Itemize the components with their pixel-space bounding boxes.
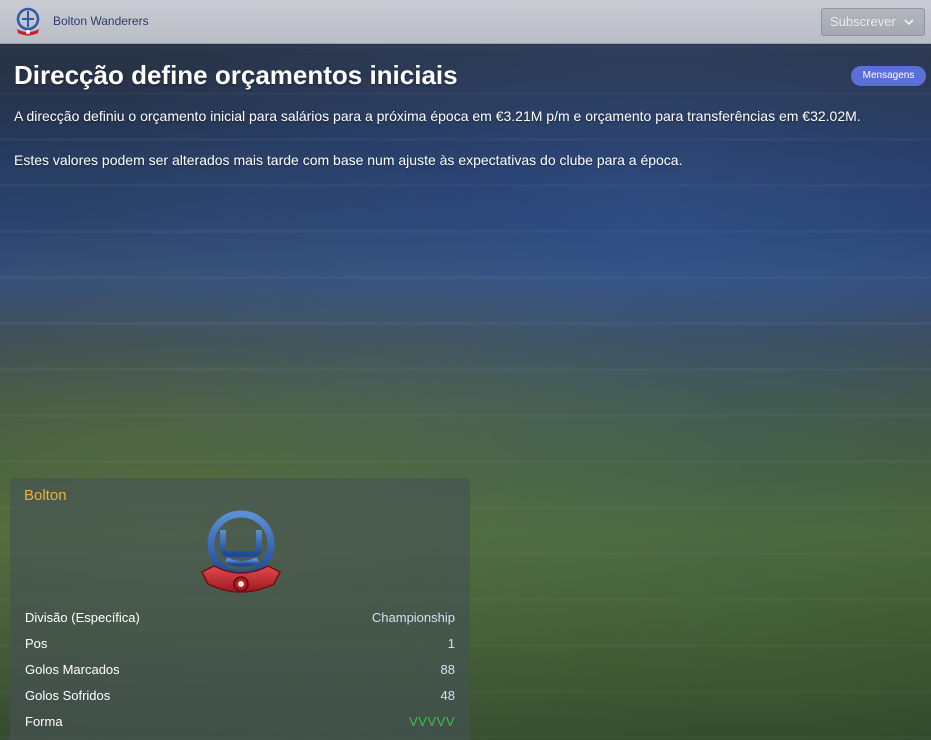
messages-tag-badge[interactable]: Mensagens bbox=[851, 66, 926, 86]
club-info-panel: Bolton Divisão (Específica) Championship… bbox=[10, 478, 470, 740]
club-panel-title[interactable]: Bolton bbox=[24, 487, 67, 504]
message-paragraph-budget: A direcção definiu o orçamento inicial p… bbox=[14, 108, 861, 124]
stat-label: Golos Sofridos bbox=[25, 688, 111, 703]
subscribe-label: Subscrever bbox=[830, 14, 896, 29]
club-crest-icon bbox=[16, 7, 40, 36]
stat-value: 1 bbox=[447, 636, 455, 651]
message-title: Direcção define orçamentos iniciais bbox=[14, 60, 458, 90]
stat-row-goals-against: Golos Sofridos 48 bbox=[25, 686, 455, 706]
stat-row-position: Pos 1 bbox=[25, 634, 455, 654]
stat-row-division: Divisão (Específica) Championship bbox=[25, 608, 455, 628]
top-bar: Bolton Wanderers Subscrever bbox=[0, 0, 931, 44]
division-link[interactable]: Championship bbox=[372, 610, 455, 625]
stat-value: 88 bbox=[440, 662, 455, 677]
stat-label: Divisão (Específica) bbox=[25, 610, 140, 625]
stat-label: Golos Marcados bbox=[25, 662, 120, 677]
stat-row-form: Forma VVVVV bbox=[25, 712, 455, 732]
message-paragraph-note: Estes valores podem ser alterados mais t… bbox=[14, 152, 683, 168]
stat-value: 48 bbox=[440, 688, 455, 703]
club-crest-icon bbox=[200, 510, 282, 593]
chevron-down-icon bbox=[904, 19, 914, 26]
stat-row-goals-for: Golos Marcados 88 bbox=[25, 660, 455, 680]
stat-label: Pos bbox=[25, 636, 48, 651]
club-name-link[interactable]: Bolton Wanderers bbox=[53, 14, 149, 28]
form-value: VVVVV bbox=[409, 714, 455, 729]
stat-label: Forma bbox=[25, 714, 63, 729]
subscribe-dropdown-button[interactable]: Subscrever bbox=[821, 8, 925, 36]
